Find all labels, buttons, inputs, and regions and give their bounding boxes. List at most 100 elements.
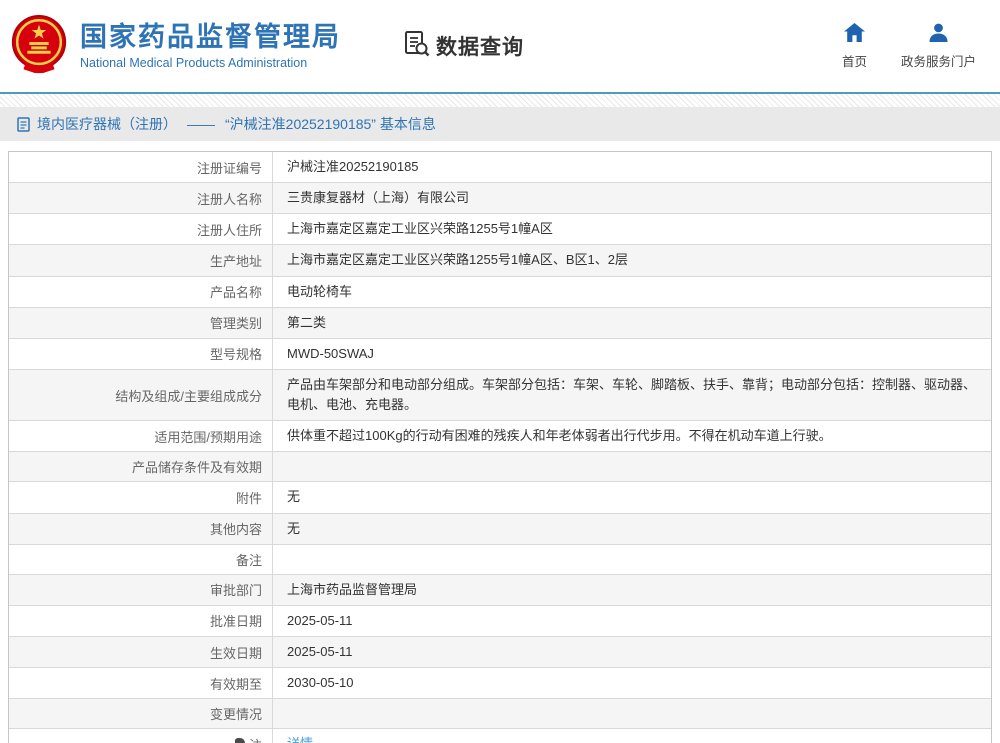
- row-label: 管理类别: [9, 307, 273, 338]
- row-value: 详情: [273, 729, 991, 743]
- data-query-section[interactable]: 数据查询: [403, 30, 524, 62]
- row-value-text: 第二类: [287, 314, 327, 330]
- detail-link[interactable]: 详情: [287, 734, 313, 743]
- site-subtitle: National Medical Products Administration: [80, 56, 308, 71]
- row-label: 审批部门: [9, 574, 273, 605]
- header-nav: 首页 政务服务门户: [841, 22, 986, 70]
- row-value: 2030-05-10: [273, 668, 991, 698]
- document-icon: [17, 116, 30, 132]
- row-value-text: 上海市嘉定区嘉定工业区兴荣路1255号1幢A区、B区1、2层: [287, 252, 628, 268]
- row-label: 变更情况: [9, 699, 273, 729]
- row-label: 生产地址: [9, 245, 273, 276]
- table-row: 注 详情: [9, 729, 991, 743]
- row-label: 注册人住所: [9, 214, 273, 245]
- row-value-text: 产品由车架部分和电动部分组成。车架部分包括：车架、车轮、脚踏板、扶手、靠背；电动…: [287, 376, 977, 413]
- table-row: 生产地址 上海市嘉定区嘉定工业区兴荣路1255号1幢A区、B区1、2层: [9, 245, 991, 277]
- note-balloon-icon: [234, 737, 245, 743]
- row-label: 结构及组成/主要组成成分: [9, 369, 273, 421]
- breadcrumb-category[interactable]: 境内医疗器械（注册）: [37, 114, 177, 134]
- table-row: 审批部门 上海市药品监督管理局: [9, 574, 991, 606]
- page-header: 国家药品监督管理局 National Medical Products Admi…: [0, 0, 1000, 92]
- row-label: 适用范围/预期用途: [9, 421, 273, 452]
- table-row: 有效期至 2030-05-10: [9, 668, 991, 700]
- row-value: 上海市嘉定区嘉定工业区兴荣路1255号1幢A区: [273, 214, 991, 244]
- table-row: 产品储存条件及有效期: [9, 452, 991, 483]
- row-label-text: 产品名称: [209, 285, 262, 301]
- row-label-text: 备注: [235, 552, 262, 568]
- row-value: 上海市药品监督管理局: [273, 575, 991, 605]
- nav-home-label: 首页: [841, 54, 867, 69]
- breadcrumb-detail: “沪械注准20252190185” 基本信息: [225, 116, 436, 132]
- row-label-text: 型号规格: [209, 347, 262, 363]
- table-row: 附件 无: [9, 482, 991, 514]
- table-row: 管理类别 第二类: [9, 307, 991, 339]
- nav-home[interactable]: 首页: [841, 22, 867, 70]
- row-label-text: 附件: [235, 490, 262, 506]
- row-label: 其他内容: [9, 513, 273, 544]
- hatched-divider: [0, 94, 1000, 107]
- row-label-text: 变更情况: [209, 707, 262, 723]
- row-label-text: 有效期至: [209, 676, 262, 692]
- site-logo[interactable]: 国家药品监督管理局 National Medical Products Admi…: [8, 13, 341, 80]
- row-label-text: 注册人住所: [196, 222, 262, 238]
- row-label: 型号规格: [9, 338, 273, 369]
- table-row: 型号规格 MWD-50SWAJ: [9, 338, 991, 370]
- row-value: 三贵康复器材（上海）有限公司: [273, 183, 991, 213]
- row-value: 第二类: [273, 308, 991, 338]
- row-label: 批准日期: [9, 605, 273, 636]
- site-title: 国家药品监督管理局: [80, 21, 341, 52]
- row-label: 备注: [9, 544, 273, 574]
- nav-portal[interactable]: 政务服务门户: [901, 23, 976, 70]
- row-label-text: 注: [249, 735, 262, 743]
- row-value: [273, 699, 991, 728]
- table-row: 变更情况: [9, 699, 991, 730]
- row-label-text: 注册人名称: [196, 191, 262, 207]
- data-query-label: 数据查询: [436, 36, 524, 59]
- user-icon: [929, 23, 948, 47]
- row-label: 注册证编号: [9, 152, 273, 183]
- document-search-icon: [403, 30, 430, 62]
- row-value-text: 供体重不超过100Kg的行动有困难的残疾人和年老体弱者出行代步用。不得在机动车道…: [287, 428, 832, 444]
- row-value: 无: [273, 514, 991, 544]
- row-label: 产品名称: [9, 276, 273, 307]
- row-value: 电动轮椅车: [273, 277, 991, 307]
- row-label-text: 结构及组成/主要组成成分: [115, 388, 262, 404]
- row-value-text: 无: [287, 520, 301, 536]
- table-row: 其他内容 无: [9, 513, 991, 545]
- row-label: 附件: [9, 482, 273, 513]
- row-value-text: MWD-50SWAJ: [287, 345, 374, 361]
- row-value-text: 无: [287, 489, 301, 505]
- row-value-text: 电动轮椅车: [287, 283, 353, 299]
- row-label: 注: [9, 729, 273, 743]
- breadcrumb: 境内医疗器械（注册） —— “沪械注准20252190185” 基本信息: [0, 107, 1000, 141]
- row-value-text: 上海市嘉定区嘉定工业区兴荣路1255号1幢A区: [287, 221, 553, 237]
- row-value: MWD-50SWAJ: [273, 339, 991, 369]
- row-label: 注册人名称: [9, 183, 273, 214]
- table-row: 注册证编号 沪械注准20252190185: [9, 152, 991, 184]
- nav-portal-label: 政务服务门户: [900, 54, 976, 69]
- row-label: 产品储存条件及有效期: [9, 452, 273, 482]
- table-row: 注册人名称 三贵康复器材（上海）有限公司: [9, 183, 991, 215]
- national-emblem-icon: [8, 13, 70, 80]
- row-label: 有效期至: [9, 668, 273, 699]
- row-value: [273, 452, 991, 481]
- row-label-text: 注册证编号: [196, 160, 262, 176]
- row-value-text: 上海市药品监督管理局: [287, 581, 418, 597]
- table-row: 产品名称 电动轮椅车: [9, 276, 991, 308]
- row-label-text: 审批部门: [209, 583, 262, 599]
- row-label-text: 生产地址: [209, 253, 262, 269]
- row-label: 生效日期: [9, 636, 273, 668]
- row-value: 无: [273, 482, 991, 512]
- row-value-text: 沪械注准20252190185: [287, 159, 419, 174]
- table-row: 结构及组成/主要组成成分 产品由车架部分和电动部分组成。车架部分包括：车架、车轮、…: [9, 369, 991, 422]
- breadcrumb-separator: ——: [187, 116, 215, 132]
- row-label-text: 产品储存条件及有效期: [131, 460, 262, 476]
- table-row: 批准日期 2025-05-11: [9, 605, 991, 637]
- table-row: 注册人住所 上海市嘉定区嘉定工业区兴荣路1255号1幢A区: [9, 214, 991, 246]
- row-value: 2025-05-11: [273, 637, 991, 667]
- row-value-text: 2025-05-11: [287, 643, 353, 659]
- row-value: 上海市嘉定区嘉定工业区兴荣路1255号1幢A区、B区1、2层: [273, 245, 991, 275]
- site-title-block: 国家药品监督管理局 National Medical Products Admi…: [80, 22, 341, 70]
- row-value-text: 三贵康复器材（上海）有限公司: [287, 190, 470, 206]
- row-value: [273, 545, 991, 574]
